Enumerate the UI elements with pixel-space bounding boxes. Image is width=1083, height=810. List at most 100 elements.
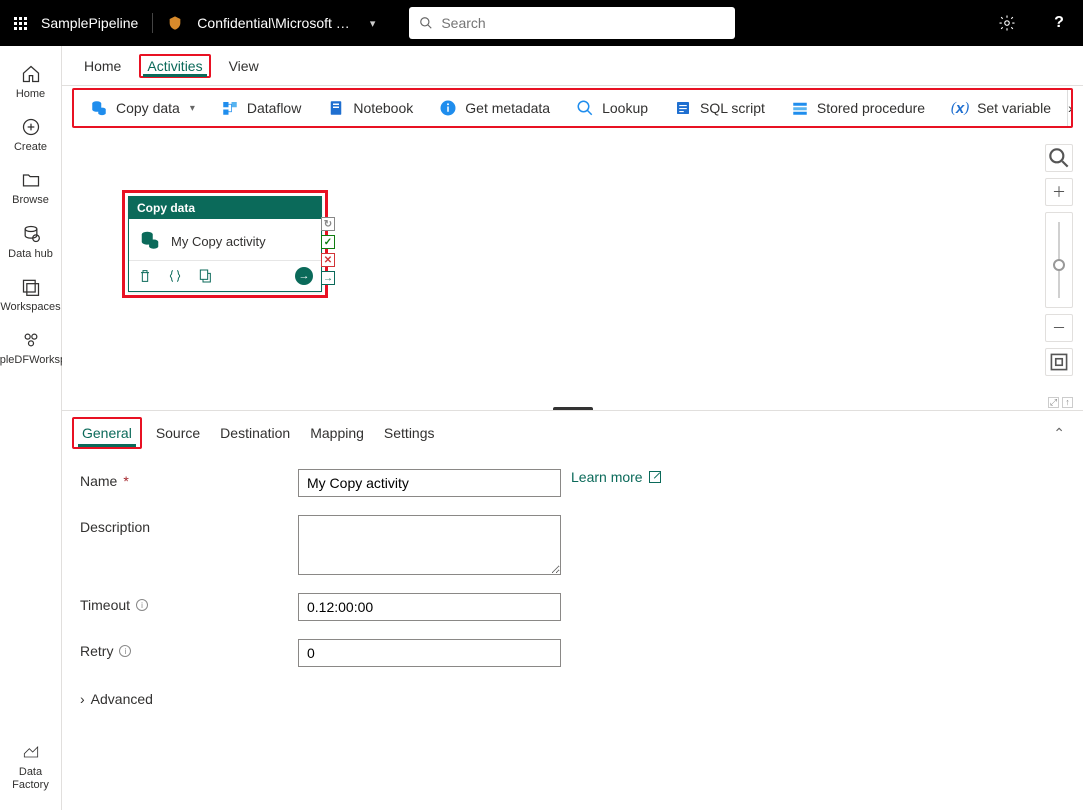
ribbon-tab-home[interactable]: Home: [76, 52, 129, 80]
nav-workspaces-label: Workspaces: [0, 301, 60, 314]
connector-failure-icon[interactable]: ✕: [321, 253, 335, 267]
name-input[interactable]: [298, 469, 561, 497]
global-search[interactable]: [409, 7, 735, 39]
zoom-in-button[interactable]: ＋: [1045, 178, 1073, 206]
home-icon: [21, 64, 41, 84]
nav-home[interactable]: Home: [3, 56, 59, 109]
pipeline-canvas[interactable]: Copy data My Copy activity → ↻ ✓: [62, 130, 1083, 410]
prop-tab-settings[interactable]: Settings: [374, 415, 445, 451]
toolbar-lookup[interactable]: Lookup: [566, 95, 658, 121]
toolbar-set-variable-label: Set variable: [977, 100, 1051, 116]
canvas-corner-btn-2[interactable]: ↑: [1062, 397, 1073, 408]
nav-browse[interactable]: Browse: [3, 162, 59, 215]
advanced-label: Advanced: [91, 691, 153, 707]
activity-node-name: My Copy activity: [171, 234, 266, 249]
workspace-icon: [21, 330, 41, 350]
plus-circle-icon: [21, 117, 41, 137]
nav-create[interactable]: Create: [3, 109, 59, 162]
connector-completion-icon[interactable]: →: [321, 271, 335, 285]
ribbon-tab-row: Home Activities View: [62, 46, 1083, 86]
learn-more-link[interactable]: Learn more: [571, 469, 661, 485]
toolbar-get-metadata[interactable]: Get metadata: [429, 95, 560, 121]
top-app-bar: SamplePipeline Confidential\Microsoft … …: [0, 0, 1083, 46]
prop-tab-general[interactable]: General: [72, 417, 142, 449]
learn-more-label: Learn more: [571, 469, 643, 485]
app-launcher-icon[interactable]: [14, 17, 27, 30]
canvas-search-button[interactable]: [1045, 144, 1073, 172]
highlight-selected-node: Copy data My Copy activity → ↻ ✓: [122, 190, 328, 298]
copy-data-icon: [139, 229, 161, 254]
nav-data-factory-label: Data Factory: [3, 766, 59, 792]
search-icon: [419, 16, 433, 30]
toolbar-get-metadata-label: Get metadata: [465, 100, 550, 116]
retry-label: Retry i: [80, 639, 298, 659]
ribbon-tab-activities[interactable]: Activities: [139, 54, 210, 78]
collapse-panel-button[interactable]: ⌃: [1045, 421, 1073, 446]
activities-toolbar: Copy data ▾ Dataflow Notebook Get metada…: [72, 88, 1073, 128]
nav-data-hub[interactable]: Data hub: [3, 216, 59, 269]
sensitivity-label[interactable]: Confidential\Microsoft …: [197, 15, 350, 31]
panel-resize-handle[interactable]: [553, 407, 593, 410]
connector-success-icon[interactable]: ✓: [321, 235, 335, 249]
nav-sample-workspace[interactable]: SampleDFWorkspace: [3, 322, 59, 375]
ribbon-tab-view[interactable]: View: [221, 52, 267, 80]
external-link-icon: [649, 471, 661, 483]
connector-loop-icon[interactable]: ↻: [321, 217, 335, 231]
chevron-up-icon: ⌃: [1053, 425, 1065, 441]
toolbar-stored-procedure-label: Stored procedure: [817, 100, 925, 116]
delete-icon[interactable]: [137, 268, 153, 284]
global-search-input[interactable]: [441, 15, 725, 31]
toolbar-copy-data[interactable]: Copy data ▾: [80, 95, 205, 121]
search-icon: [1046, 145, 1072, 171]
code-braces-icon[interactable]: [167, 268, 183, 284]
nav-data-factory[interactable]: Data Factory: [3, 734, 59, 800]
properties-tab-row: General Source Destination Mapping Setti…: [62, 411, 1083, 455]
zoom-slider[interactable]: [1045, 212, 1073, 308]
retry-input[interactable]: [298, 639, 561, 667]
fit-screen-icon: [1046, 349, 1072, 375]
nav-workspaces[interactable]: Workspaces: [3, 269, 59, 322]
description-label: Description: [80, 515, 298, 535]
toolbar-lookup-label: Lookup: [602, 100, 648, 116]
copy-icon[interactable]: [197, 268, 213, 284]
sensitivity-dropdown-chevron-icon[interactable]: ▾: [364, 13, 382, 34]
toolbar-set-variable[interactable]: (x) Set variable: [941, 95, 1061, 121]
prop-tab-source[interactable]: Source: [146, 415, 210, 451]
general-form: Name * Learn more Description Timeout i: [62, 455, 1083, 721]
advanced-toggle[interactable]: › Advanced: [80, 685, 153, 707]
toolbar-notebook[interactable]: Notebook: [317, 95, 423, 121]
folder-icon: [21, 170, 41, 190]
workspaces-icon: [21, 277, 41, 297]
toolbar-overflow-button[interactable]: ›: [1067, 90, 1073, 126]
zoom-out-button[interactable]: －: [1045, 314, 1073, 342]
canvas-zoom-controls: ＋ －: [1045, 144, 1073, 376]
sql-script-icon: [674, 99, 692, 117]
info-icon[interactable]: i: [136, 599, 148, 611]
data-hub-icon: [21, 224, 41, 244]
prop-tab-mapping[interactable]: Mapping: [300, 415, 374, 451]
toolbar-copy-data-label: Copy data: [116, 100, 180, 116]
help-icon[interactable]: ?: [1049, 13, 1069, 33]
description-input[interactable]: [298, 515, 561, 575]
toolbar-notebook-label: Notebook: [353, 100, 413, 116]
run-activity-icon[interactable]: →: [295, 267, 313, 285]
lookup-icon: [576, 99, 594, 117]
settings-gear-icon[interactable]: [997, 13, 1017, 33]
canvas-corner-btn-1[interactable]: ⤢: [1048, 397, 1059, 408]
info-icon: [439, 99, 457, 117]
toolbar-dataflow[interactable]: Dataflow: [211, 95, 311, 121]
nav-home-label: Home: [16, 88, 45, 101]
nav-create-label: Create: [14, 141, 47, 154]
dataflow-icon: [221, 99, 239, 117]
sensitivity-shield-icon: [167, 15, 183, 31]
zoom-fit-button[interactable]: [1045, 348, 1073, 376]
activity-node-copy-data[interactable]: Copy data My Copy activity → ↻ ✓: [128, 196, 322, 292]
nav-data-hub-label: Data hub: [8, 248, 53, 261]
toolbar-sql-script-label: SQL script: [700, 100, 765, 116]
info-icon[interactable]: i: [119, 645, 131, 657]
toolbar-stored-procedure[interactable]: Stored procedure: [781, 95, 935, 121]
toolbar-sql-script[interactable]: SQL script: [664, 95, 775, 121]
timeout-input[interactable]: [298, 593, 561, 621]
prop-tab-destination[interactable]: Destination: [210, 415, 300, 451]
name-label: Name *: [80, 469, 298, 489]
